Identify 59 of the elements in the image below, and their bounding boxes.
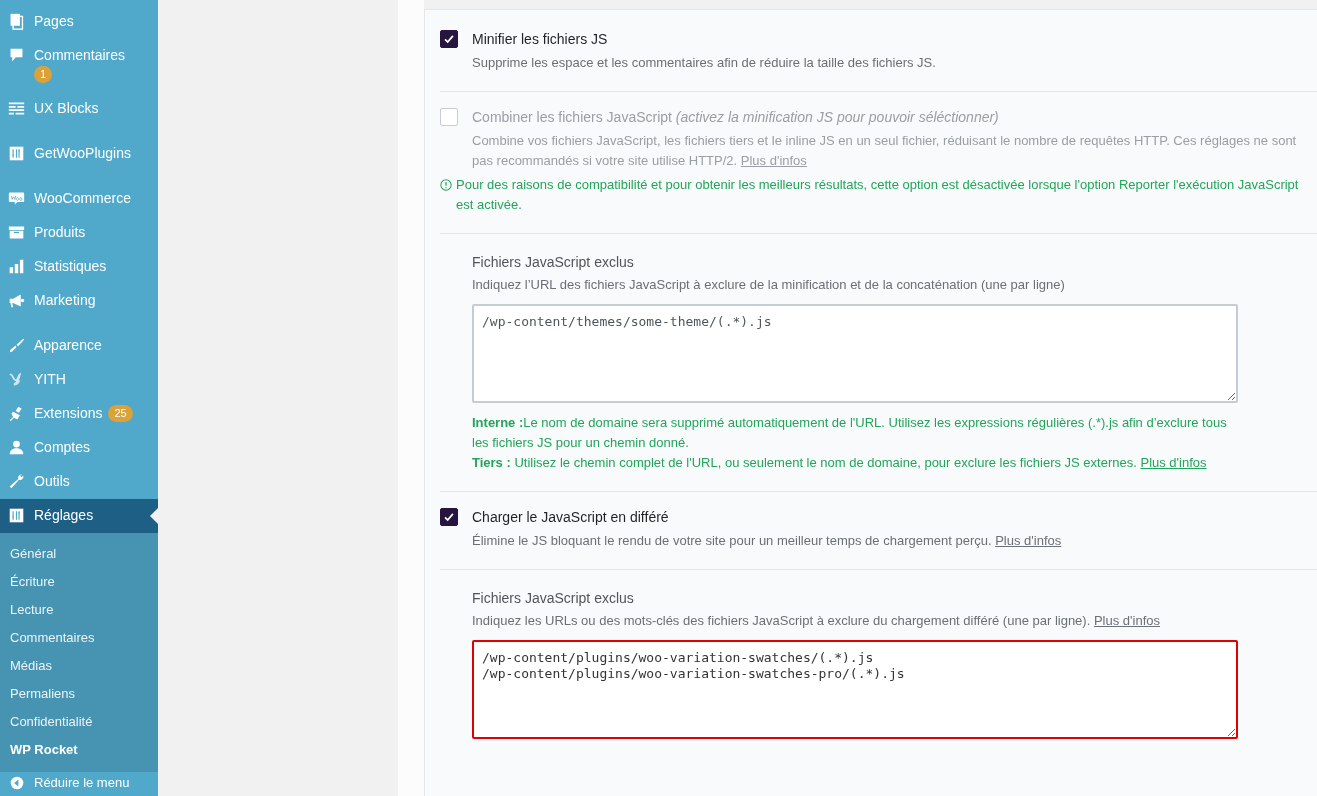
pages-icon [8,13,25,30]
more-info-link[interactable]: Plus d'infos [1093,613,1160,628]
menu-item[interactable]: Apparence [0,329,158,363]
field-title: Fichiers JavaScript exclus [472,254,635,270]
menu-item[interactable]: Marketing [0,284,158,318]
plug-icon [8,405,25,422]
more-info-link[interactable]: Plus d'infos [1140,455,1207,470]
menu-item[interactable]: Produits [0,216,158,250]
exclamation-circle-icon [440,179,452,191]
menu-item[interactable]: WooCommerce [0,182,158,216]
submenu-item[interactable]: Médias [0,652,158,680]
text-area-field[interactable]: /wp-content/themes/some-theme/(.*).js [472,304,1238,403]
menu-item[interactable]: Pages [0,5,158,39]
sliders-icon [8,145,25,162]
menu-item[interactable]: Réglages [0,499,158,533]
archive-box-icon [8,224,25,241]
checkbox[interactable] [440,508,458,526]
option-description: Élimine le JS bloquant le rendu de votre site pour un meilleur temps de chargement perçu. Plus d'infos [471,532,1063,550]
submenu-item[interactable]: Commentaires [0,624,158,652]
menu-item[interactable]: YITH [0,363,158,397]
menu-item[interactable]: Extensions 25 [0,397,158,431]
count-badge: 25 [108,405,133,422]
option-description: Combine vos fichiers JavaScript, les fichiers tiers et le inline JS en un seul fichier, réduisant le nombre de requêtes HTTP. Ces réglages ne sont pas recommandés si votre site utilise HTTP/2. Plus d'infos [471,132,1298,170]
menu-item[interactable]: Comptes [0,431,158,465]
paintbrush-icon [8,337,25,354]
submenu-item[interactable]: Permaliens [0,680,158,708]
submenu-item[interactable]: Lecture [0,596,158,624]
submenu-item[interactable]: Confidentialité [0,708,158,736]
warning-message: Pour des raisons de compatibilité et pour obtenir les meilleurs résultats, cette option est désactivée lorsque l'option Reporter l'exécution JavaScript est activée. [456,176,1300,214]
person-icon [8,439,25,456]
sliders-icon [8,507,25,524]
help-text: Tiers : Utilisez le chemin complet de l'URL, ou seulement le nom de domaine, pour exclure les fichiers JS externes. Plus d'infos [472,454,1208,472]
menu-item[interactable]: UX Blocks [0,92,158,126]
option-description: Supprime les espace et les commentaires afin de réduire la taille des fichiers JS. [471,54,937,72]
option-label: Charger le JavaScript en différé [472,509,669,525]
submenu-item[interactable]: Écriture [0,568,158,596]
field-title: Fichiers JavaScript exclus [472,590,635,606]
collapse-menu-button[interactable]: Réduire le menu [0,772,158,793]
blocks-icon [8,100,25,117]
more-info-link[interactable]: Plus d'infos [995,533,1062,548]
megaphone-icon [8,292,25,309]
checkbox[interactable] [440,30,458,48]
menu-item[interactable]: Outils [0,465,158,499]
text-area-field[interactable]: /wp-content/plugins/woo-variation-swatches/(.*).js /wp-content/plugins/woo-variation-swatches-pro/(.*).js [472,640,1238,739]
bar-chart-icon [8,258,25,275]
field-description: Indiquez l’URL des fichiers JavaScript à exclure de la minification et de la concaténation (une par ligne) [472,276,1066,294]
help-text: Interne :Le nom de domaine sera supprimé automatiquement de l'URL. Utilisez les expressions régulières (.*).js afin d’exclure tous les fichiers JS pour un chemin donné. [472,414,1228,452]
submenu-item[interactable]: Général [0,540,158,568]
menu-item[interactable]: Commentaires 1 [0,39,158,92]
field-description: Indiquez les URLs ou des mots-clés des fichiers JavaScript à exclure du chargement différé (une par ligne). Plus d'infos [472,612,1161,630]
option-label: Combiner les fichiers JavaScript (activez la minification JS pour pouvoir séléctionner) [472,109,999,125]
menu-item[interactable]: Statistiques [0,250,158,284]
speech-bubble-icon [8,47,25,64]
count-badge: 1 [34,66,53,83]
wrench-icon [8,473,25,490]
menu-item[interactable]: GetWooPlugins [0,137,158,171]
woo-bubble-icon [8,190,25,207]
option-label: Minifier les fichiers JS [472,31,608,47]
submenu-item[interactable]: WP Rocket [0,736,158,764]
